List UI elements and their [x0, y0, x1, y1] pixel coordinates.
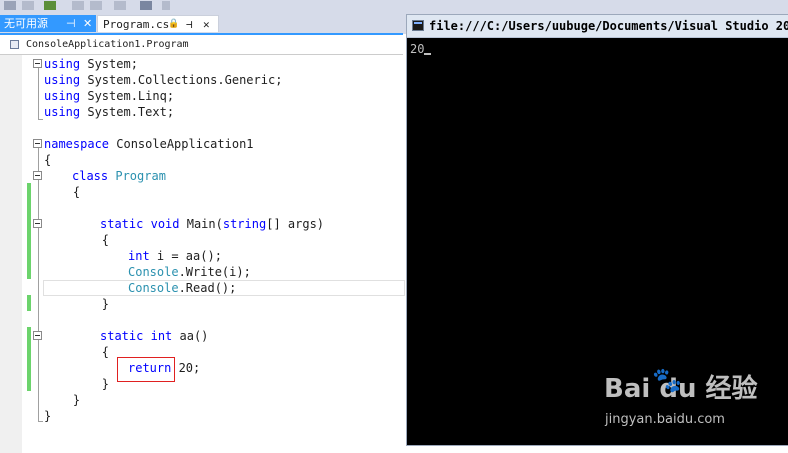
- code-line: int i = aa();: [128, 249, 222, 263]
- code-line: }: [44, 377, 110, 391]
- watermark-url: jingyan.baidu.com: [605, 412, 725, 427]
- code-line: {: [44, 185, 81, 199]
- code-line: Console.Read();: [128, 281, 237, 295]
- code-line: using System.Text;: [44, 105, 175, 119]
- code-line: {: [44, 345, 110, 359]
- outline-guide: [38, 119, 43, 120]
- toolbar-icon[interactable]: [140, 1, 152, 10]
- tab-no-source[interactable]: 无可用源 ⊣ ✕: [0, 15, 96, 32]
- back-icon[interactable]: [4, 1, 16, 10]
- change-marker: [27, 327, 31, 391]
- collapse-icon[interactable]: [33, 331, 42, 340]
- code-line: {: [44, 153, 52, 167]
- change-marker: [27, 183, 31, 279]
- outline-guide: [38, 66, 39, 120]
- build-icon[interactable]: [44, 1, 56, 10]
- code-line: static int aa(): [100, 329, 209, 343]
- toolbar-icon[interactable]: [114, 1, 126, 10]
- tab-label: Program.cs: [103, 18, 170, 31]
- collapse-icon[interactable]: [33, 59, 42, 68]
- code-editor[interactable]: using System; using System.Collections.G…: [0, 55, 405, 453]
- toolbar-icon[interactable]: [90, 1, 102, 10]
- code-line: using System;: [44, 57, 138, 71]
- cursor: [424, 53, 432, 55]
- code-line: namespace ConsoleApplication1: [44, 137, 254, 151]
- pin-icon[interactable]: ⊣: [66, 15, 76, 32]
- lock-icon: 🔒: [168, 19, 180, 29]
- console-output: 20: [410, 41, 432, 57]
- code-line: return 20;: [128, 361, 201, 375]
- navigation-bar[interactable]: ConsoleApplication1.Program: [0, 35, 403, 55]
- dropdown-icon[interactable]: [162, 1, 170, 10]
- close-icon[interactable]: ✕: [203, 16, 210, 33]
- pin-icon[interactable]: ⊣: [186, 16, 193, 33]
- toolbar: [0, 0, 788, 15]
- type-dropdown[interactable]: ConsoleApplication1.Program: [26, 35, 189, 54]
- class-icon: [10, 40, 19, 49]
- console-title-bar[interactable]: file:///C:/Users/uubuge/Documents/Visual…: [407, 15, 788, 38]
- toolbar-icon[interactable]: [72, 1, 84, 10]
- forward-icon[interactable]: [22, 1, 34, 10]
- code-line: using System.Collections.Generic;: [44, 73, 283, 87]
- code-line: class Program: [72, 169, 166, 183]
- collapse-icon[interactable]: [33, 139, 42, 148]
- collapse-icon[interactable]: [33, 171, 42, 180]
- tab-label: 无可用源: [4, 17, 48, 30]
- collapse-icon[interactable]: [33, 219, 42, 228]
- code-line: }: [44, 409, 52, 423]
- outline-guide: [38, 146, 39, 422]
- console-title: file:///C:/Users/uubuge/Documents/Visual…: [429, 19, 788, 33]
- change-marker: [27, 295, 31, 311]
- indicator-margin: [0, 55, 22, 453]
- close-icon[interactable]: ✕: [83, 15, 92, 32]
- code-line: }: [44, 393, 81, 407]
- code-line: static void Main(string[] args): [100, 217, 325, 231]
- paw-icon: 🐾: [652, 366, 682, 394]
- code-line: using System.Linq;: [44, 89, 175, 103]
- code-line: {: [44, 233, 110, 247]
- console-icon[interactable]: [412, 20, 424, 31]
- code-line: }: [44, 297, 110, 311]
- code-line: Console.Write(i);: [128, 265, 251, 279]
- outline-guide: [38, 421, 43, 422]
- tab-program-cs[interactable]: Program.cs 🔒 ⊣ ✕: [97, 15, 219, 32]
